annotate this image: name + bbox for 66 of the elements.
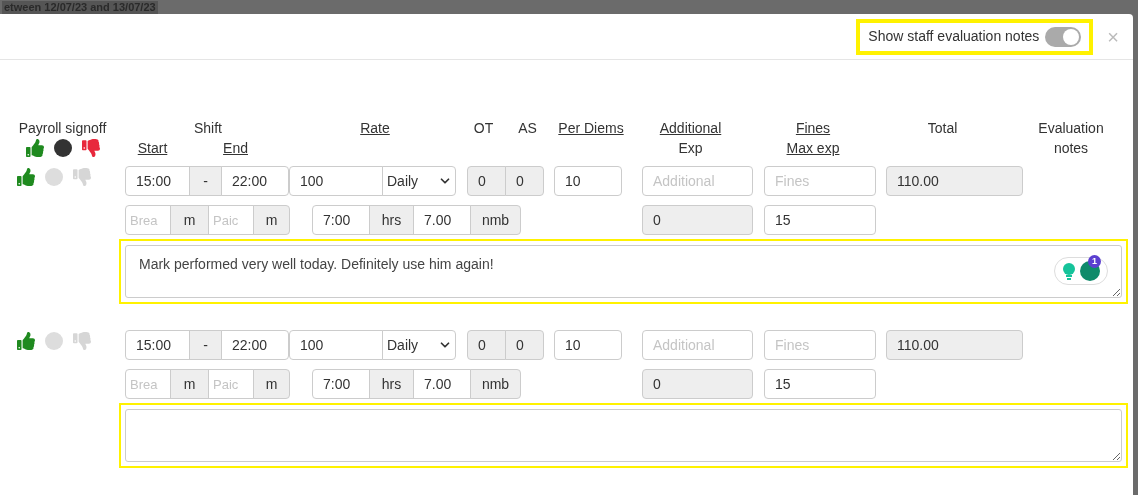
toggle-label: Show staff evaluation notes	[868, 27, 1040, 46]
start-time-field[interactable]: 15:00	[125, 166, 190, 196]
rate-field[interactable]: 100	[289, 166, 383, 196]
column-heading[interactable]: Start	[125, 138, 181, 158]
thumbs-down-icon[interactable]	[73, 332, 91, 350]
hours-field[interactable]: 7:00	[312, 205, 370, 235]
start-time-field[interactable]: 15:00	[125, 330, 190, 360]
additional-field[interactable]: Additional	[642, 330, 753, 360]
unit-label: hrs	[369, 205, 414, 235]
column-heading[interactable]: Additional	[659, 118, 722, 138]
unit-label: m	[253, 369, 290, 399]
unit-label: nmb	[470, 205, 521, 235]
thumbs-down-icon[interactable]	[81, 139, 100, 157]
rate-unit-select[interactable]: Daily	[382, 166, 456, 196]
break-field[interactable]: Brea	[125, 369, 171, 399]
total-field[interactable]: 110.00	[886, 330, 1023, 360]
additional-max-field[interactable]: 0	[642, 205, 753, 235]
column-heading: Payroll signoff	[18, 119, 107, 138]
end-time-field[interactable]: 22:00	[221, 330, 289, 360]
thumbs-up-icon[interactable]	[17, 332, 35, 350]
column-heading: OT	[473, 119, 494, 138]
as-field[interactable]: 0	[505, 330, 544, 360]
fines-field[interactable]: Fines	[764, 330, 876, 360]
unit-label: m	[253, 205, 290, 235]
column-heading[interactable]: Max exp	[786, 138, 840, 158]
lightbulb-icon	[1062, 262, 1076, 280]
thumbs-up-icon[interactable]	[25, 139, 44, 157]
fines-field[interactable]: Fines	[764, 166, 876, 196]
end-time-field[interactable]: 22:00	[221, 166, 289, 196]
hours-field[interactable]: 7:00	[312, 369, 370, 399]
paid-field[interactable]: Paic	[208, 369, 254, 399]
rate-field[interactable]: 100	[289, 330, 383, 360]
break-field[interactable]: Brea	[125, 205, 171, 235]
fines-max-field[interactable]: 15	[764, 205, 876, 235]
column-heading: Shift	[194, 119, 222, 138]
column-heading[interactable]: Per Diems	[558, 118, 624, 138]
column-heading: Evaluation notes	[1037, 119, 1105, 158]
column-heading: Total	[927, 119, 958, 138]
unit-label: m	[170, 205, 209, 235]
thumbs-up-icon[interactable]	[17, 168, 35, 186]
as-field[interactable]: 0	[505, 166, 544, 196]
toggle-switch[interactable]	[1045, 26, 1082, 47]
per-diems-field[interactable]: 10	[554, 330, 622, 360]
column-heading[interactable]: Rate	[360, 118, 390, 138]
thumbs-down-icon[interactable]	[73, 168, 91, 186]
unit-label: nmb	[470, 369, 521, 399]
additional-max-field[interactable]: 0	[642, 369, 753, 399]
additional-field[interactable]: Additional	[642, 166, 753, 196]
rate-unit-select[interactable]: Daily	[382, 330, 456, 360]
per-diems-field[interactable]: 10	[554, 166, 622, 196]
column-heading[interactable]: End	[180, 138, 291, 158]
ot-field[interactable]: 0	[467, 330, 506, 360]
column-heading: Exp	[678, 139, 703, 158]
column-heading: AS	[518, 119, 537, 138]
unit-label: m	[170, 369, 209, 399]
ot-field[interactable]: 0	[467, 166, 506, 196]
unit-label: hrs	[369, 369, 414, 399]
writing-assistant-widget[interactable]: 1	[1054, 257, 1108, 285]
column-heading[interactable]: Fines	[795, 118, 831, 138]
fines-max-field[interactable]: 15	[764, 369, 876, 399]
notification-badge: 1	[1088, 255, 1101, 268]
nmb-field[interactable]: 7.00	[413, 205, 471, 235]
evaluation-notes-field[interactable]	[125, 409, 1122, 462]
total-field[interactable]: 110.00	[886, 166, 1023, 196]
nmb-field[interactable]: 7.00	[413, 369, 471, 399]
paid-field[interactable]: Paic	[208, 205, 254, 235]
